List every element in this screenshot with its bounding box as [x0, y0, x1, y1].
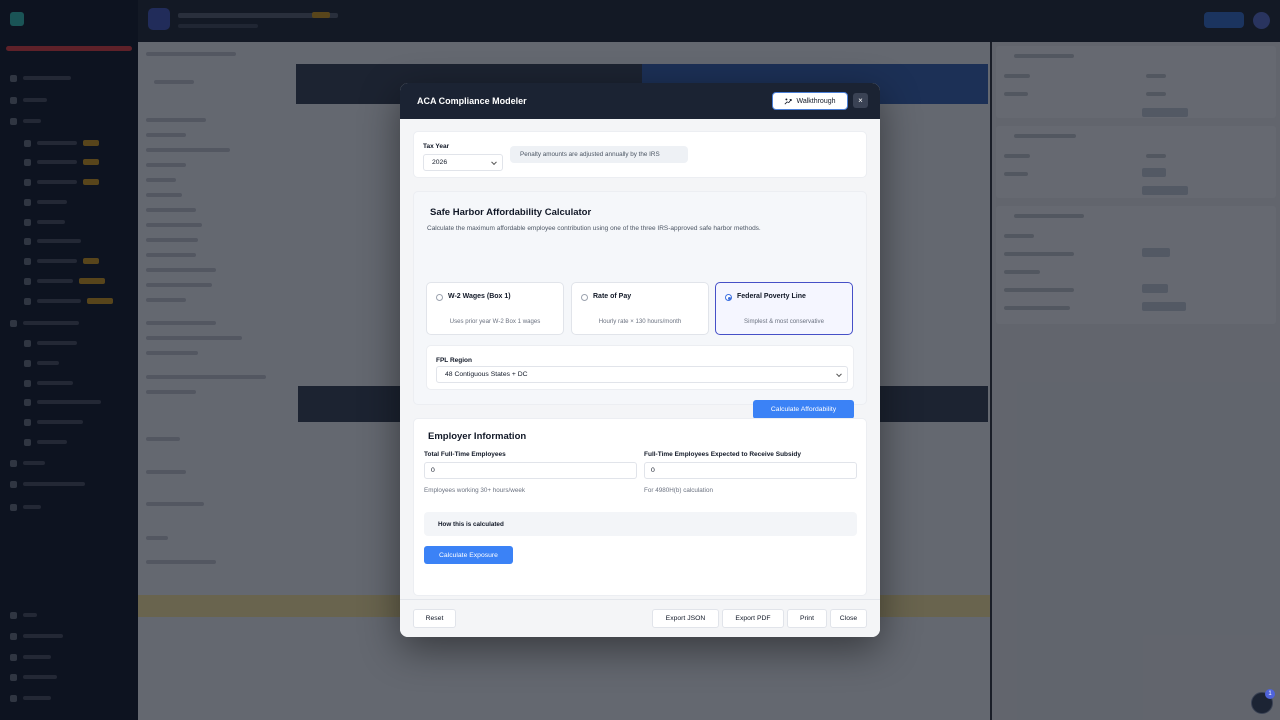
option-rate-of-pay[interactable]: Rate of Pay Hourly rate × 130 hours/mont…: [571, 282, 709, 335]
tax-year-note: Penalty amounts are adjusted annually by…: [510, 146, 688, 163]
subsidy-hint: For 4980H(b) calculation: [644, 487, 713, 494]
tax-year-value: 2026: [432, 159, 448, 166]
total-ft-label: Total Full-Time Employees: [424, 451, 506, 458]
tax-year-card: Tax Year 2026 Penalty amounts are adjust…: [413, 131, 867, 178]
total-ft-hint: Employees working 30+ hours/week: [424, 487, 525, 494]
how-calculated-toggle[interactable]: How this is calculated: [424, 512, 857, 536]
total-ft-input[interactable]: 0: [424, 462, 637, 479]
modal-header: ACA Compliance Modeler Walkthrough ×: [400, 83, 880, 119]
safe-harbor-description: Calculate the maximum affordable employe…: [427, 225, 761, 232]
export-json-button[interactable]: Export JSON: [652, 609, 719, 628]
fpl-region-label: FPL Region: [436, 357, 472, 364]
tax-year-label: Tax Year: [423, 143, 450, 150]
option-subtitle: Uses prior year W-2 Box 1 wages: [449, 318, 541, 325]
walkthrough-button[interactable]: Walkthrough: [772, 92, 848, 110]
fpl-region-card: FPL Region 48 Contiguous States + DC: [426, 345, 854, 390]
radio-w2-wages[interactable]: [436, 294, 443, 301]
notification-badge: 1: [1265, 689, 1275, 699]
aca-compliance-modal: ACA Compliance Modeler Walkthrough × Tax…: [400, 83, 880, 637]
calculate-exposure-button[interactable]: Calculate Exposure: [424, 546, 513, 564]
option-title: Rate of Pay: [593, 293, 632, 300]
walkthrough-icon: [784, 98, 793, 105]
modal-body: Tax Year 2026 Penalty amounts are adjust…: [400, 119, 880, 599]
safe-harbor-title: Safe Harbor Affordability Calculator: [430, 207, 592, 218]
print-button[interactable]: Print: [787, 609, 827, 628]
export-pdf-button[interactable]: Export PDF: [722, 609, 784, 628]
radio-rate-of-pay[interactable]: [581, 294, 588, 301]
subsidy-input[interactable]: 0: [644, 462, 857, 479]
option-title: W-2 Wages (Box 1): [448, 293, 511, 300]
option-federal-poverty-line[interactable]: Federal Poverty Line Simplest & most con…: [715, 282, 853, 335]
option-title: Federal Poverty Line: [737, 293, 806, 300]
chevron-down-icon: [491, 158, 497, 165]
fpl-region-value: 48 Contiguous States + DC: [445, 371, 528, 378]
fpl-region-select[interactable]: 48 Contiguous States + DC: [436, 366, 848, 383]
modal-title: ACA Compliance Modeler: [417, 96, 527, 106]
how-calculated-label: How this is calculated: [438, 520, 504, 528]
subsidy-label: Full-Time Employees Expected to Receive …: [644, 451, 802, 458]
reset-button[interactable]: Reset: [413, 609, 456, 628]
option-w2-wages[interactable]: W-2 Wages (Box 1) Uses prior year W-2 Bo…: [426, 282, 564, 335]
chevron-down-icon: [836, 370, 842, 377]
option-subtitle: Simplest & most conservative: [744, 318, 824, 325]
radio-federal-poverty-line[interactable]: [725, 294, 732, 301]
close-button[interactable]: Close: [830, 609, 867, 628]
employer-information-card: Employer Information Total Full-Time Emp…: [413, 418, 867, 596]
employer-information-title: Employer Information: [428, 431, 527, 442]
modal-footer: Reset Export JSON Export PDF Print Close: [400, 599, 880, 637]
walkthrough-label: Walkthrough: [796, 97, 836, 105]
close-icon[interactable]: ×: [853, 93, 868, 108]
tax-year-select[interactable]: 2026: [423, 154, 503, 171]
calculate-affordability-button[interactable]: Calculate Affordability: [753, 400, 854, 419]
option-subtitle: Hourly rate × 130 hours/month: [598, 318, 682, 325]
